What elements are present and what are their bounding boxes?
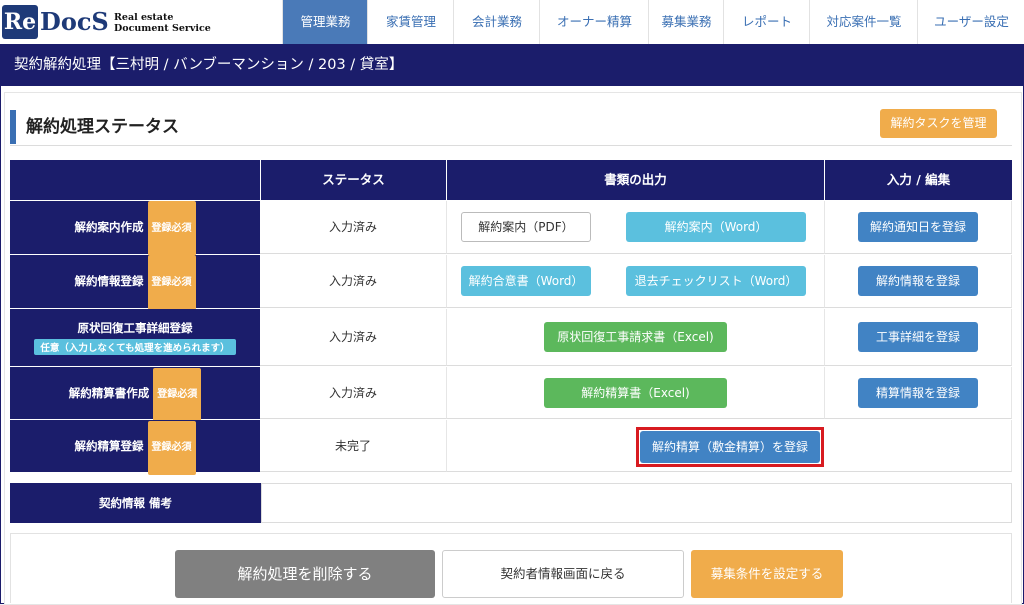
delete-cancellation-button[interactable]: 解約処理を削除する: [175, 550, 435, 598]
logo-tagline: Real estate Document Service: [114, 12, 211, 34]
cancellation-notice-pdf-button[interactable]: 解約案内（PDF）: [461, 212, 591, 242]
table-header-blank: [10, 160, 260, 200]
remarks-value: [261, 483, 1012, 523]
optional-badge: 任意（入力しなくても処理を進められます）: [34, 339, 236, 355]
section-divider: [10, 145, 1012, 146]
row-status: 入力済み: [260, 201, 447, 254]
table-header-docs: 書類の出力: [447, 160, 824, 200]
manage-tasks-button[interactable]: 解約タスクを管理: [880, 109, 997, 138]
nav-rent[interactable]: 家賃管理: [367, 0, 454, 44]
register-settlement-info-button[interactable]: 精算情報を登録: [858, 378, 978, 408]
nav-management[interactable]: 管理業務: [282, 0, 368, 44]
row-status: 未完了: [260, 420, 447, 472]
moveout-checklist-word-button[interactable]: 退去チェックリスト（Word）: [626, 266, 806, 296]
row-label-cancellation-notice: 解約案内作成 登録必須: [10, 201, 260, 256]
nav-accounting[interactable]: 会計業務: [453, 0, 540, 44]
row-label-restoration-detail: 原状回復工事詳細登録 任意（入力しなくても処理を進められます）: [10, 309, 260, 366]
register-notice-date-button[interactable]: 解約通知日を登録: [858, 212, 978, 242]
row-status: 入力済み: [260, 309, 447, 366]
row-label-settlement-statement: 解約精算書作成 登録必須: [10, 367, 260, 422]
required-badge: 登録必須: [153, 368, 202, 422]
nav-report[interactable]: レポート: [723, 0, 810, 44]
cancellation-notice-word-button[interactable]: 解約案内（Word）: [626, 212, 806, 242]
logo-wordmark: DocS: [40, 7, 109, 36]
nav-user-settings[interactable]: ユーザー設定: [917, 0, 1024, 44]
required-badge: 登録必須: [147, 421, 196, 475]
back-to-contractor-button[interactable]: 契約者情報画面に戻る: [442, 550, 684, 598]
top-navigation: Re DocS Real estate Document Service 管理業…: [0, 0, 1024, 45]
settlement-statement-excel-button[interactable]: 解約精算書（Excel): [544, 378, 727, 408]
row-status: 入力済み: [260, 255, 447, 308]
page-title-bar: 契約解約処理【三村明 / バンブーマンション / 203 / 貸室】: [0, 44, 1024, 86]
restoration-invoice-excel-button[interactable]: 原状回復工事請求書（Excel): [544, 322, 727, 352]
table-header-status: ステータス: [261, 160, 446, 200]
required-badge: 登録必須: [147, 201, 196, 256]
row-label-settlement-registration: 解約精算登録 登録必須: [10, 420, 260, 475]
logo[interactable]: Re DocS Real estate Document Service: [0, 0, 215, 44]
required-badge: 登録必須: [147, 255, 196, 310]
register-cancellation-info-button[interactable]: 解約情報を登録: [858, 266, 978, 296]
page-title: 契約解約処理【三村明 / バンブーマンション / 203 / 貸室】: [14, 57, 404, 73]
row-label-cancellation-info: 解約情報登録 登録必須: [10, 255, 260, 310]
highlight-box: [636, 427, 824, 467]
section-title: 解約処理ステータス: [26, 117, 179, 137]
register-work-detail-button[interactable]: 工事詳細を登録: [858, 322, 978, 352]
set-recruitment-conditions-button[interactable]: 募集条件を設定する: [691, 550, 843, 598]
nav-recruitment[interactable]: 募集業務: [648, 0, 724, 44]
table-header-edit: 入力 / 編集: [825, 160, 1012, 200]
nav-owner-settlement[interactable]: オーナー精算: [539, 0, 649, 44]
row-status: 入力済み: [260, 367, 447, 419]
remarks-label: 契約情報 備考: [10, 483, 261, 523]
nav-case-list[interactable]: 対応案件一覧: [809, 0, 918, 44]
logo-mark: Re: [2, 5, 38, 39]
section-accent-bar: [10, 110, 16, 144]
agreement-word-button[interactable]: 解約合意書（Word）: [461, 266, 591, 296]
